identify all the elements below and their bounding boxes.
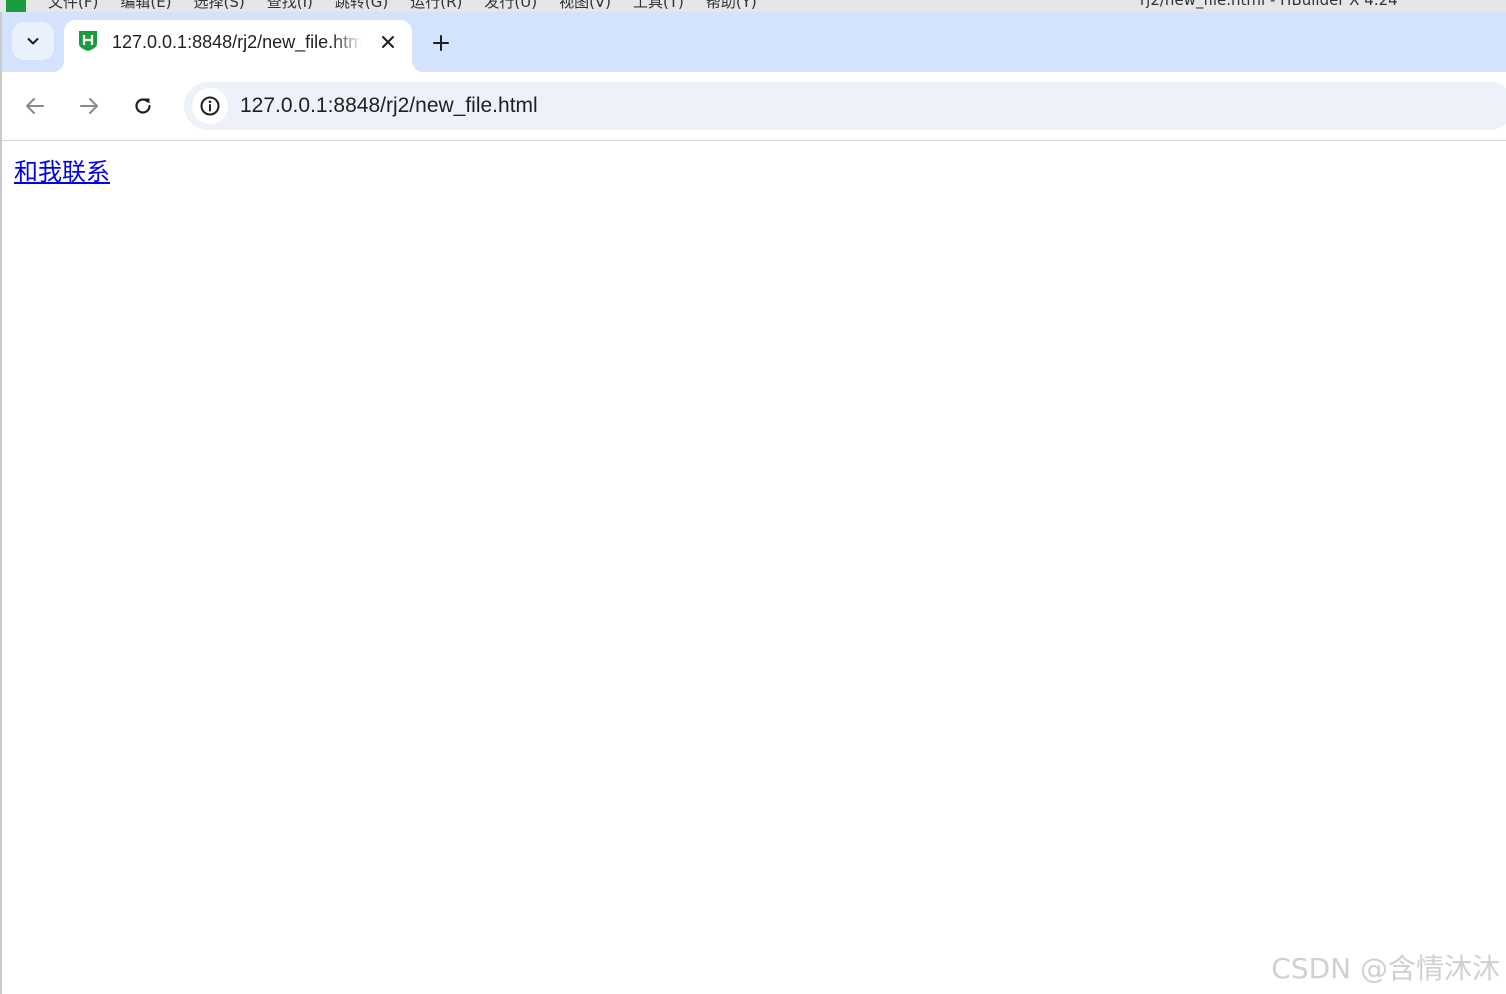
watermark: CSDN @含情沐沐 [1271, 952, 1500, 985]
chevron-down-icon [27, 38, 39, 45]
ide-menu-select[interactable]: 选择(S) [194, 0, 245, 12]
hbuilder-icon [79, 31, 97, 51]
ide-menu-publish[interactable]: 发行(U) [484, 0, 537, 12]
ide-menu-edit[interactable]: 编辑(E) [120, 0, 171, 12]
tab-close-button[interactable] [376, 30, 400, 54]
new-tab-button[interactable] [426, 28, 456, 58]
plus-icon [433, 35, 449, 51]
browser-window: 127.0.0.1:8848/rj2/new_file.html 127.0.0… [0, 12, 1506, 994]
address-bar[interactable]: 127.0.0.1:8848/rj2/new_file.html [184, 82, 1506, 130]
ide-menu-goto[interactable]: 跳转(G) [335, 0, 388, 12]
ide-menu-file[interactable]: 文件(F) [48, 0, 98, 12]
close-icon [382, 36, 394, 48]
page-viewport: 和我联系 [2, 141, 1506, 994]
tab-active[interactable]: 127.0.0.1:8848/rj2/new_file.html [52, 20, 424, 72]
arrow-right-icon [80, 98, 98, 114]
reload-button[interactable] [128, 91, 158, 121]
back-button[interactable] [20, 91, 50, 121]
ide-menu-find[interactable]: 查找(I) [267, 0, 313, 12]
ide-menu-run[interactable]: 运行(R) [410, 0, 462, 12]
url-text[interactable]: 127.0.0.1:8848/rj2/new_file.html [240, 93, 538, 119]
site-info-button[interactable] [192, 88, 228, 124]
ide-menu-tools[interactable]: 工具(T) [633, 0, 684, 12]
tab-title: 127.0.0.1:8848/rj2/new_file.html [112, 32, 362, 52]
ide-menu-help[interactable]: 帮助(Y) [706, 0, 757, 12]
contact-link[interactable]: 和我联系 [14, 157, 110, 187]
ide-window-title: rj2/new_file.html - HBuilder X 4.24 [1140, 0, 1398, 9]
info-icon [200, 96, 220, 116]
tab-strip: 127.0.0.1:8848/rj2/new_file.html [2, 12, 1506, 72]
browser-toolbar: 127.0.0.1:8848/rj2/new_file.html [2, 72, 1506, 141]
forward-button[interactable] [74, 91, 104, 121]
ide-menu-view[interactable]: 视图(V) [559, 0, 611, 12]
reload-icon [135, 98, 151, 114]
tab-search-button[interactable] [12, 22, 54, 60]
ide-menu: 文件(F) 编辑(E) 选择(S) 查找(I) 跳转(G) 运行(R) 发行(U… [48, 0, 757, 12]
arrow-left-icon [26, 98, 44, 114]
